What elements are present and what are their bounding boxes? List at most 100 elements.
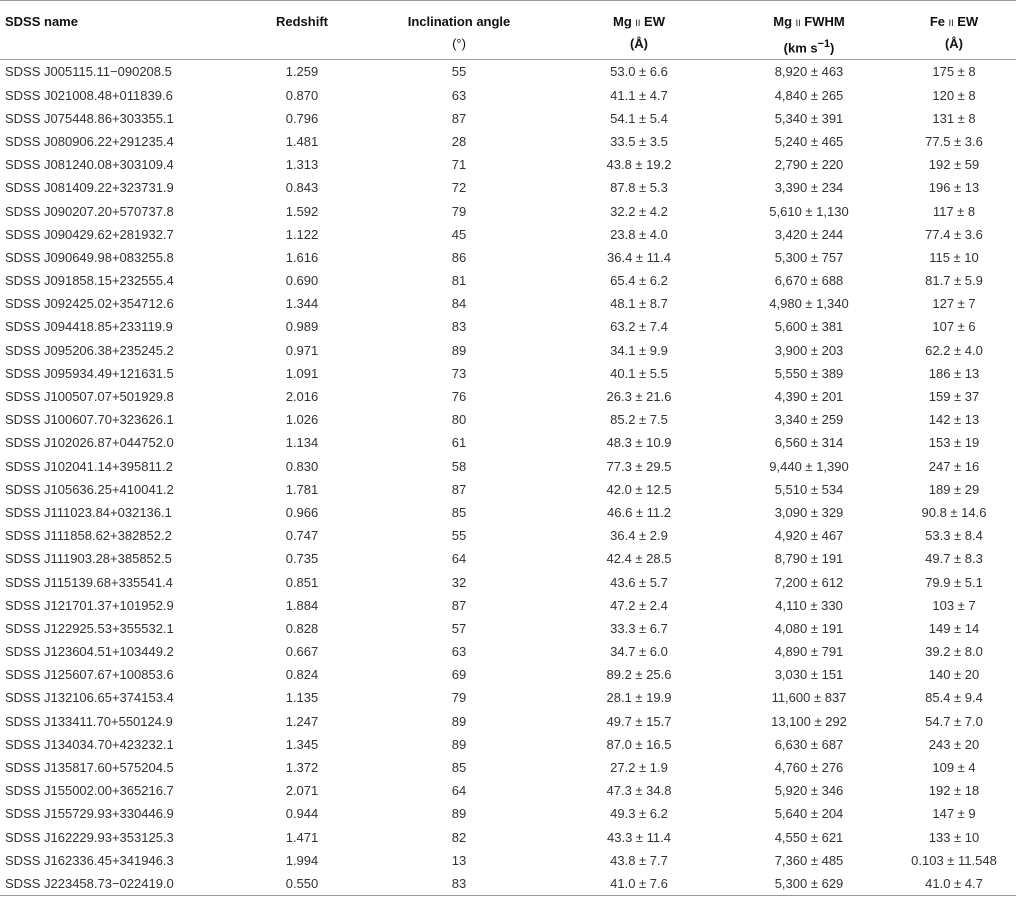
- fe-ew-cell: 247 ± 16: [928, 458, 980, 474]
- redshift-cell: 0.971: [285, 342, 319, 358]
- mg-fwhm-cell: 3,900 ± 203: [774, 342, 844, 358]
- fe-ew-cell: 133 ± 10: [928, 829, 980, 845]
- inclination-cell: 63: [451, 87, 467, 103]
- fe-ew-cell: 159 ± 37: [928, 389, 980, 405]
- mg-ew-cell: 54.1 ± 5.4: [610, 110, 668, 126]
- redshift-cell: 1.345: [285, 736, 319, 752]
- fe-ew-cell: 62.2 ± 4.0: [925, 342, 983, 358]
- mg-ew-cell: 47.2 ± 2.4: [610, 597, 668, 613]
- inclination-cell: 89: [451, 806, 467, 822]
- inclination-cell: 87: [451, 597, 467, 613]
- sdss-name-cell: SDSS J005115.11−090208.5: [5, 64, 172, 80]
- mg-ew-cell: 33.3 ± 6.7: [610, 620, 668, 636]
- sdss-name-cell: SDSS J095934.49+121631.5: [5, 365, 174, 381]
- redshift-cell: 1.994: [285, 852, 319, 868]
- fe-ew-cell: 192 ± 59: [928, 157, 980, 173]
- redshift-cell: 2.071: [285, 783, 319, 799]
- sdss-name-cell: SDSS J021008.48+011839.6: [5, 87, 173, 103]
- sdss-name-cell: SDSS J081409.22+323731.9: [5, 180, 174, 196]
- sdss-name-cell: SDSS J090429.62+281932.7: [5, 226, 174, 242]
- mg-ew-cell: 32.2 ± 4.2: [610, 203, 668, 219]
- mg-fwhm-cell: 6,630 ± 687: [774, 736, 844, 752]
- table-row: SDSS J090207.20+570737.8 1.592 79 32.2 ± 4.…: [0, 199, 1016, 222]
- inclination-cell: 87: [451, 110, 467, 126]
- mg-fwhm-cell: 13,100 ± 292: [771, 713, 847, 729]
- redshift-cell: 1.884: [285, 597, 319, 613]
- table-row: SDSS J100507.07+501929.8 2.016 76 26.3 ± 21…: [0, 385, 1016, 408]
- fe-ew-cell: 81.7 ± 5.9: [925, 273, 983, 289]
- mg-ew-cell: 48.1 ± 8.7: [610, 296, 668, 312]
- redshift-cell: 0.796: [285, 110, 319, 126]
- redshift-cell: 0.944: [285, 806, 319, 822]
- fe-ew-cell: 196 ± 13: [928, 180, 980, 196]
- redshift-cell: 1.122: [285, 226, 319, 242]
- mg-fwhm-cell: 5,340 ± 391: [774, 110, 844, 126]
- fe-ew-cell: 103 ± 7: [932, 597, 976, 613]
- header-mg-fwhm-unit: (km s−1): [783, 38, 835, 56]
- table-row: SDSS J123604.51+103449.2 0.667 63 34.7 ± 6.…: [0, 640, 1016, 663]
- inclination-cell: 87: [451, 481, 467, 497]
- mg-ew-cell: 87.0 ± 16.5: [606, 736, 672, 752]
- mg-fwhm-cell: 4,920 ± 467: [774, 528, 844, 544]
- sdss-name-cell: SDSS J155729.93+330446.9: [5, 806, 174, 822]
- sdss-name-cell: SDSS J100607.70+323626.1: [5, 412, 174, 428]
- table-row: SDSS J223458.73−022419.0 0.550 83 41.0 ± 7.…: [0, 872, 1016, 896]
- mg-fwhm-cell: 5,600 ± 381: [774, 319, 844, 335]
- mg-fwhm-cell: 4,890 ± 791: [774, 644, 844, 660]
- inclination-cell: 89: [451, 713, 467, 729]
- inclination-cell: 89: [451, 736, 467, 752]
- table-row: SDSS J132106.65+374153.4 1.135 79 28.1 ± 19…: [0, 686, 1016, 709]
- inclination-cell: 73: [451, 365, 467, 381]
- mg-ew-cell: 27.2 ± 1.9: [610, 760, 668, 776]
- inclination-cell: 63: [451, 644, 467, 660]
- mg-fwhm-cell: 11,600 ± 837: [771, 690, 847, 706]
- inclination-cell: 61: [451, 435, 467, 451]
- fe-ew-cell: 115 ± 10: [929, 249, 979, 265]
- fe-ew-cell: 120 ± 8: [932, 87, 976, 103]
- redshift-cell: 0.843: [285, 180, 319, 196]
- mg-fwhm-cell: 5,510 ± 534: [774, 481, 844, 497]
- fe-ew-cell: 107 ± 6: [932, 319, 976, 335]
- redshift-cell: 0.690: [285, 273, 319, 289]
- sdss-name-cell: SDSS J135817.60+575204.5: [5, 760, 174, 776]
- inclination-cell: 69: [451, 667, 467, 683]
- mg-fwhm-cell: 5,610 ± 1,130: [769, 203, 849, 219]
- inclination-cell: 85: [451, 504, 467, 520]
- mg-ew-cell: 49.3 ± 6.2: [610, 806, 668, 822]
- redshift-cell: 1.344: [285, 296, 319, 312]
- sdss-name-cell: SDSS J122925.53+355532.1: [5, 620, 174, 636]
- fe-ew-cell: 140 ± 20: [928, 667, 980, 683]
- mg-fwhm-cell: 3,090 ± 329: [774, 504, 844, 520]
- sdss-name-cell: SDSS J081240.08+303109.4: [5, 157, 174, 173]
- mg-fwhm-cell: 4,760 ± 276: [774, 760, 844, 776]
- mg-ew-cell: 41.1 ± 4.7: [610, 87, 668, 103]
- fe-ew-cell: 243 ± 20: [928, 736, 980, 752]
- inclination-cell: 57: [451, 620, 467, 636]
- inclination-cell: 83: [451, 319, 467, 335]
- mg-ew-cell: 41.0 ± 7.6: [610, 875, 668, 891]
- mg-fwhm-cell: 4,110 ± 330: [775, 597, 843, 613]
- redshift-cell: 0.870: [285, 87, 319, 103]
- table-row: SDSS J125607.67+100853.6 0.824 69 89.2 ± 25…: [0, 663, 1016, 686]
- redshift-cell: 1.592: [285, 203, 319, 219]
- sdss-name-cell: SDSS J134034.70+423232.1: [5, 736, 174, 752]
- mg-fwhm-cell: 5,920 ± 346: [774, 783, 844, 799]
- sdss-name-cell: SDSS J155002.00+365216.7: [5, 783, 174, 799]
- sdss-name-cell: SDSS J090207.20+570737.8: [5, 203, 174, 219]
- mg-fwhm-cell: 3,340 ± 259: [774, 412, 844, 428]
- table-row: SDSS J135817.60+575204.5 1.372 85 27.2 ± 1.…: [0, 756, 1016, 779]
- sdss-name-cell: SDSS J090649.98+083255.8: [5, 249, 174, 265]
- mg-ew-cell: 26.3 ± 21.6: [606, 389, 672, 405]
- inclination-cell: 79: [451, 690, 467, 706]
- mg-fwhm-cell: 2,790 ± 220: [774, 157, 844, 173]
- sdss-name-cell: SDSS J092425.02+354712.6: [5, 296, 174, 312]
- mg-fwhm-cell: 3,030 ± 151: [774, 667, 844, 683]
- mg-ew-cell: 36.4 ± 11.4: [607, 249, 671, 265]
- table-row: SDSS J005115.11−090208.5 1.259 55 53.0 ± 6.…: [0, 60, 1016, 84]
- table-row: SDSS J111903.28+385852.5 0.735 64 42.4 ± 28…: [0, 547, 1016, 570]
- sdss-name-cell: SDSS J162336.45+341946.3: [5, 852, 174, 868]
- mg-fwhm-cell: 8,920 ± 463: [774, 64, 844, 80]
- inclination-cell: 80: [451, 412, 467, 428]
- sdss-name-cell: SDSS J080906.22+291235.4: [5, 133, 174, 149]
- fe-ew-cell: 39.2 ± 8.0: [925, 644, 983, 660]
